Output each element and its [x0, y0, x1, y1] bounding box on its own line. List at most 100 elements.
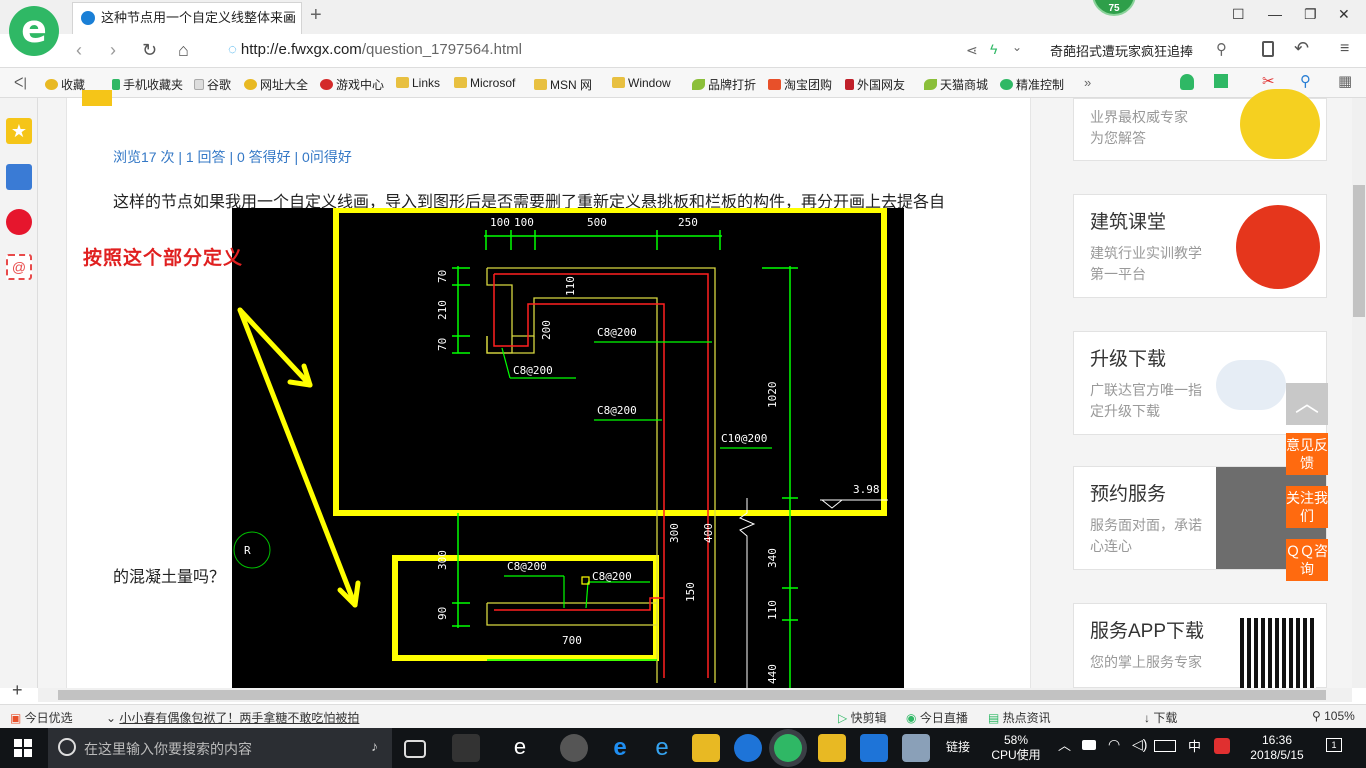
bookmark-item[interactable]: 淘宝团购 [768, 76, 832, 93]
leaf-icon [924, 79, 937, 90]
sidebar-toggle-icon[interactable]: ᐸ| [14, 75, 27, 91]
notes-app-icon[interactable] [818, 734, 846, 762]
download-link[interactable]: ↓ 下载 [1144, 709, 1177, 726]
scissors-icon[interactable]: ✂ [1262, 72, 1275, 90]
card-title: 升级下载 [1090, 349, 1167, 370]
reading-list-icon[interactable] [6, 164, 32, 190]
refresh-icon[interactable]: ↻ [142, 40, 157, 61]
zoom-level[interactable]: ⚲ 105% [1312, 709, 1355, 723]
glodon-app-icon[interactable] [734, 734, 762, 762]
volume-icon[interactable]: ◁) [1132, 737, 1147, 752]
bookmark-item[interactable]: 手机收藏夹 [112, 76, 183, 93]
bookmark-item[interactable]: MSN 网 [534, 76, 592, 93]
share-icon[interactable]: ⋖ [966, 42, 978, 59]
tray-chevron-icon[interactable]: ︿ [1058, 738, 1071, 753]
bookmark-item[interactable]: Links [396, 76, 440, 90]
page-icon [194, 79, 204, 90]
taskbar-search-input[interactable]: 在这里输入你要搜索的内容 ♪ [48, 728, 392, 768]
edge-icon[interactable]: e [606, 734, 634, 762]
feedback-button[interactable]: 意见反馈 [1286, 433, 1328, 475]
file-explorer-icon[interactable] [692, 734, 720, 762]
app-swirl-icon[interactable] [560, 734, 588, 762]
elevation-label: 3.98 [853, 483, 880, 496]
weibo-icon[interactable] [6, 209, 32, 235]
sogou-icon[interactable] [1214, 738, 1230, 754]
bookmark-item[interactable]: Microsof [454, 76, 515, 90]
shield-icon[interactable] [1180, 74, 1194, 90]
restore-button[interactable]: ❐ [1304, 6, 1317, 23]
card-subtitle: 建筑行业实训教学第一平台 [1090, 245, 1202, 282]
close-window-button[interactable]: ✕ [1338, 6, 1350, 23]
menu-icon[interactable]: ≡ [1340, 40, 1349, 58]
browser-active-icon[interactable] [774, 734, 802, 762]
hot-news-link[interactable]: ▤ 热点资讯 [988, 709, 1051, 726]
home-icon[interactable]: ⌂ [178, 40, 189, 61]
tab-close-icon[interactable]: × [285, 3, 293, 33]
new-tab-button[interactable]: + [310, 4, 322, 27]
windows-start-icon[interactable] [14, 739, 32, 757]
rebar-label: C8@200 [592, 570, 632, 583]
course-card[interactable]: 建筑课堂 建筑行业实训教学第一平台 [1073, 194, 1327, 298]
dim-label: 110 [564, 276, 577, 296]
links-toolbar[interactable]: 链接 [946, 740, 970, 755]
clock[interactable]: 16:36 2018/5/15 [1244, 733, 1310, 763]
wifi-icon[interactable]: ◠ [1108, 737, 1120, 752]
expert-card[interactable]: 业界最权威专家 为您解答 [1073, 89, 1327, 161]
live-link[interactable]: ◉ 今日直播 [906, 709, 968, 726]
extension-icon[interactable] [1214, 74, 1228, 88]
bookmark-item[interactable]: 游戏中心 [320, 76, 384, 93]
forward-icon[interactable]: › [110, 40, 116, 61]
chevron-down-icon[interactable]: ⌄ [1012, 40, 1022, 54]
app-download-card[interactable]: 服务APP下载 您的掌上服务专家 [1073, 603, 1327, 688]
back-icon[interactable]: ‹ [76, 40, 82, 61]
question-stats[interactable]: 浏览17 次 | 1 回答 | 0 答得好 | 0问得好 [113, 147, 352, 167]
action-center-icon[interactable]: 1 [1326, 738, 1342, 752]
browser-logo-icon[interactable]: e [9, 6, 59, 56]
quick-edit-link[interactable]: ▷ 快剪辑 [838, 709, 887, 726]
qq-consult-button[interactable]: ＱＱ咨询 [1286, 539, 1328, 581]
ime-indicator[interactable]: 中 [1188, 739, 1201, 754]
scissors-icon: ▷ [838, 711, 851, 725]
today-picks-link[interactable]: ▣ 今日优选 [10, 709, 73, 726]
favorites-star-icon[interactable]: ★ [6, 118, 32, 144]
bookmark-item[interactable]: 谷歌 [194, 76, 231, 93]
search-input[interactable]: 奇葩招式遭玩家疯狂追捧 [1050, 41, 1193, 60]
more-bookmarks-icon[interactable]: » [1084, 75, 1091, 90]
bookmark-item[interactable]: Window [612, 76, 671, 90]
back-to-top-button[interactable]: ︿ [1286, 383, 1328, 425]
fan-app-icon[interactable] [452, 734, 480, 762]
dim-label: 110 [766, 600, 779, 620]
bookmark-item[interactable]: 外国网友 [845, 76, 905, 93]
search-tool-icon[interactable]: ⚲ [1300, 72, 1311, 90]
photo-app-icon[interactable] [902, 734, 930, 762]
mobile-icon[interactable] [1262, 41, 1274, 57]
skin-button[interactable]: ☐ [1232, 6, 1245, 23]
rebar-label: C8@200 [513, 364, 553, 377]
bookmark-item[interactable]: 网址大全 [244, 76, 308, 93]
bookmark-item[interactable]: 收藏 [45, 76, 85, 93]
url-input[interactable]: ◌ http://e.fwxgx.com/question_1797564.htm… [228, 41, 522, 58]
horizontal-scrollbar-thumb[interactable] [58, 690, 1326, 700]
keyboard-icon[interactable] [1154, 740, 1176, 752]
add-icon[interactable]: + [12, 680, 23, 701]
vertical-scrollbar-thumb[interactable] [1353, 185, 1365, 317]
ie-icon[interactable]: e [648, 734, 676, 762]
browser-e-icon[interactable]: e [506, 734, 534, 762]
bookmark-item[interactable]: 精准控制 [1000, 76, 1064, 93]
bookmark-item[interactable]: 天猫商城 [924, 76, 988, 93]
task-view-icon[interactable] [404, 740, 426, 758]
microphone-icon: ♪ [371, 738, 378, 754]
bookmark-item[interactable]: 品牌打折 [692, 76, 756, 93]
lightning-icon[interactable]: ϟ [990, 41, 997, 57]
minimize-button[interactable]: — [1268, 6, 1282, 22]
grid-icon[interactable]: ▦ [1338, 72, 1352, 90]
browser-tab[interactable]: 这种节点用一个自定义线整体来画 × [72, 2, 302, 34]
rebar-label: C8@200 [507, 560, 547, 573]
battery-icon[interactable] [1082, 740, 1096, 750]
undo-icon[interactable]: ↶ [1294, 38, 1309, 59]
search-icon[interactable]: ⚲ [1216, 40, 1227, 58]
email-icon[interactable]: @ [6, 254, 32, 280]
follow-us-button[interactable]: 关注我们 [1286, 486, 1328, 528]
news-ticker[interactable]: ⌄ 小小春有偶像包袱了！两手拿糖不敢吃怕被拍 [106, 709, 359, 726]
plus-app-icon[interactable] [860, 734, 888, 762]
